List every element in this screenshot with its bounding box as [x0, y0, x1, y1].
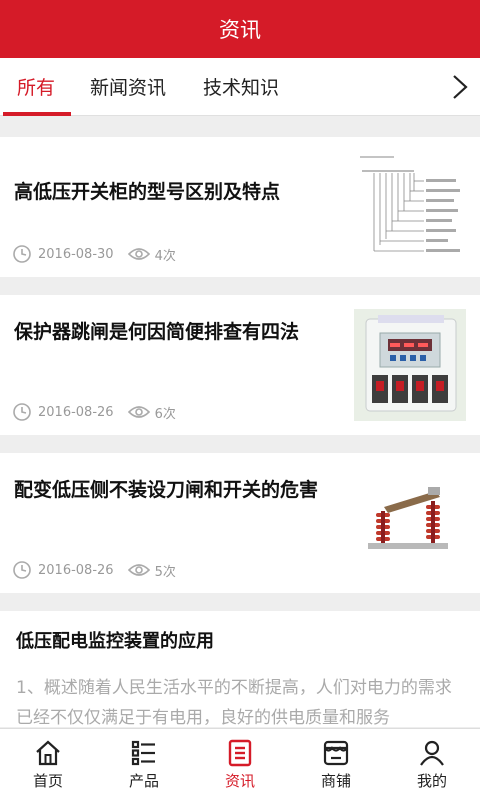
clock-icon — [13, 403, 31, 421]
eye-icon — [127, 406, 150, 418]
nav-news[interactable]: 资讯 — [192, 729, 288, 800]
chevron-right-icon[interactable] — [448, 72, 472, 102]
article-meta: 2016-08-26 5次 — [12, 560, 176, 580]
nav-label: 首页 — [32, 771, 63, 790]
shop-icon — [323, 740, 349, 765]
user-icon — [420, 740, 444, 766]
article-title: 低压配电监控装置的应用 — [16, 631, 214, 652]
tab-news[interactable]: 新闻资讯 — [90, 58, 166, 116]
page-title: 资讯 — [219, 18, 261, 42]
article-summary: 1、概述随着人民生活水平的不断提高，人们对电力的需求已经不仅仅满足于有电用，良好… — [16, 678, 452, 727]
article-meta: 2016-08-26 6次 — [12, 402, 176, 422]
article-thumbnail — [354, 467, 466, 579]
nav-label: 产品 — [128, 771, 159, 790]
nav-products[interactable]: 产品 — [96, 729, 192, 800]
nav-label: 资讯 — [224, 771, 255, 790]
nav-label: 商铺 — [320, 771, 351, 790]
article-date: 2016-08-26 — [38, 562, 114, 578]
article-card[interactable]: 低压配电监控装置的应用 1、概述随着人民生活水平的不断提高，人们对电力的需求已经… — [0, 611, 480, 727]
nav-mine[interactable]: 我的 — [384, 729, 480, 800]
article-date: 2016-08-30 — [38, 246, 114, 262]
tab-label: 新闻资讯 — [90, 77, 167, 99]
article-feed: 高低压开关柜的型号区别及特点 2016-08-30 4次 保护器跳闸是何因简便排… — [0, 117, 480, 727]
eye-icon — [127, 564, 150, 576]
nav-label: 我的 — [416, 771, 447, 790]
tab-all[interactable]: 所有 — [2, 58, 72, 116]
article-card[interactable]: 保护器跳闸是何因简便排查有四法 2016-08-26 6次 — [0, 295, 480, 435]
article-title: 高低压开关柜的型号区别及特点 — [14, 181, 281, 203]
home-icon — [36, 740, 60, 765]
article-card[interactable]: 高低压开关柜的型号区别及特点 2016-08-30 4次 — [0, 137, 480, 277]
clock-icon — [13, 561, 31, 579]
tab-tech[interactable]: 技术知识 — [203, 58, 279, 116]
article-card[interactable]: 配变低压侧不装设刀闸和开关的危害 2016-08-26 5次 — [0, 453, 480, 593]
article-thumbnail — [354, 151, 466, 263]
article-views: 4次 — [154, 248, 176, 264]
eye-icon — [127, 248, 150, 260]
article-title: 配变低压侧不装设刀闸和开关的危害 — [14, 479, 319, 501]
article-views: 6次 — [154, 406, 176, 422]
nav-shop[interactable]: 商铺 — [288, 729, 384, 800]
article-thumbnail — [354, 309, 466, 421]
nav-home[interactable]: 首页 — [0, 729, 96, 800]
document-icon — [228, 739, 252, 766]
tab-label: 所有 — [17, 77, 56, 99]
app-header: 资讯 — [0, 0, 480, 58]
article-date: 2016-08-26 — [38, 404, 114, 420]
clock-icon — [13, 245, 31, 263]
article-meta: 2016-08-30 4次 — [12, 244, 176, 264]
tab-label: 技术知识 — [203, 77, 280, 99]
article-views: 5次 — [154, 564, 176, 580]
category-tabs: 所有 新闻资讯 技术知识 — [0, 58, 480, 116]
bottom-navigation: 首页 产品 资讯 商铺 我的 — [0, 728, 480, 800]
list-icon — [131, 740, 155, 765]
article-title: 保护器跳闸是何因简便排查有四法 — [14, 321, 300, 343]
